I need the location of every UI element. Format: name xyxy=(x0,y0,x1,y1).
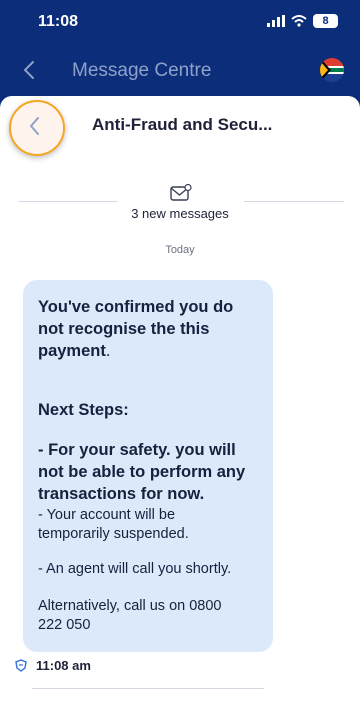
alternative-contact: Alternatively, call us on 0800 222 050 xyxy=(38,597,222,635)
safety-notice: - For your safety. you will not be able … xyxy=(38,439,245,505)
message-intro: You've confirmed you do not recognise th… xyxy=(38,296,233,362)
thread-back-button[interactable] xyxy=(9,100,65,156)
message-line: temporarily suspended. xyxy=(38,526,189,542)
page-title: Message Centre xyxy=(72,60,212,81)
day-label: Today xyxy=(165,244,195,256)
next-steps-heading: Next Steps: xyxy=(38,401,129,419)
divider xyxy=(244,201,344,202)
message-line: not be able to perform any xyxy=(38,463,246,481)
message-line: - Your account will be xyxy=(38,507,176,523)
message-time: 11:08 am xyxy=(36,658,91,673)
message-line: 222 050 xyxy=(38,617,91,633)
signal-icon xyxy=(267,15,285,27)
flag-icon[interactable] xyxy=(320,58,344,82)
message-line: not recognise the this xyxy=(38,320,210,338)
nav-bar: Message Centre xyxy=(0,44,360,96)
agent-notice: - An agent will call you shortly. xyxy=(38,561,232,577)
suspension-notice: - Your account will be temporarily suspe… xyxy=(38,506,189,544)
battery-icon: 8 xyxy=(313,14,338,28)
wifi-icon xyxy=(291,15,307,27)
thread-title: Anti-Fraud and Secu... xyxy=(92,115,273,134)
message-line: You've confirmed you do xyxy=(38,298,234,316)
bank-shield-icon xyxy=(15,659,27,672)
back-chevron-icon xyxy=(29,117,39,135)
divider xyxy=(32,688,264,689)
message-line: Alternatively, call us on 0800 xyxy=(38,598,222,614)
status-icons: 8 xyxy=(267,14,338,28)
new-messages-label: 3 new messages xyxy=(131,206,229,221)
envelope-icon xyxy=(170,184,192,201)
status-bar: 11:08 8 xyxy=(0,0,360,44)
status-time: 11:08 xyxy=(38,13,79,30)
message-period: . xyxy=(105,342,111,360)
divider xyxy=(18,201,118,202)
message-bubble: You've confirmed you do not recognise th… xyxy=(23,280,273,652)
message-line: transactions for now. xyxy=(38,485,205,503)
back-chevron-icon[interactable] xyxy=(20,58,40,82)
message-line: - For your safety. you will xyxy=(38,441,236,459)
message-line: payment xyxy=(38,342,106,360)
